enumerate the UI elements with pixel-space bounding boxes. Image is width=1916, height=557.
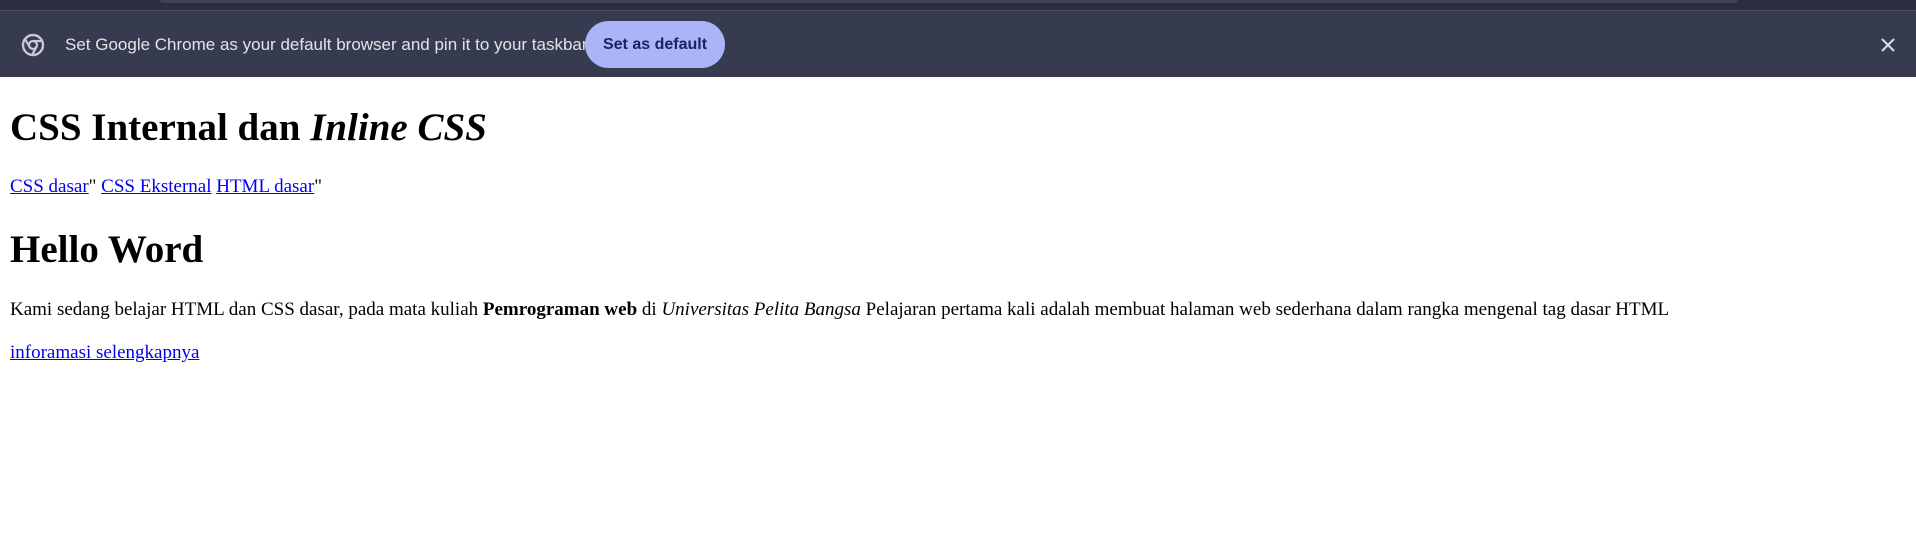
- chrome-icon: [21, 33, 45, 57]
- link-css-eksternal[interactable]: CSS Eksternal: [101, 176, 211, 197]
- intro-paragraph: Kami sedang belajar HTML dan CSS dasar, …: [10, 299, 1669, 321]
- more-info: inforamasi selengkapnya: [10, 342, 199, 364]
- browser-top-strip: [0, 0, 1916, 10]
- paragraph-text: Kami sedang belajar HTML dan CSS dasar, …: [10, 299, 483, 320]
- link-html-dasar[interactable]: HTML dasar: [216, 176, 314, 197]
- paragraph-italic: Universitas Pelita Bangsa: [661, 299, 861, 320]
- section-heading: Hello Word: [10, 228, 204, 271]
- paragraph-text: di: [637, 299, 662, 320]
- close-icon[interactable]: [1876, 33, 1900, 57]
- default-browser-infobar: Set Google Chrome as your default browse…: [0, 10, 1916, 77]
- paragraph-bold: Pemrograman web: [482, 299, 638, 320]
- omnibox-edge: [160, 0, 1738, 3]
- more-info-link[interactable]: inforamasi selengkapnya: [10, 342, 199, 363]
- page-title-italic: Inline CSS: [310, 106, 487, 149]
- infobar-message: Set Google Chrome as your default browse…: [65, 35, 588, 54]
- page-title: CSS Internal dan Inline CSS: [10, 105, 487, 150]
- link-css-dasar[interactable]: CSS dasar: [10, 176, 89, 197]
- page-title-plain: CSS Internal dan: [10, 106, 311, 149]
- nav-links: CSS dasar" CSS Eksternal HTML dasar": [10, 176, 322, 198]
- link-separator: ": [314, 176, 322, 197]
- paragraph-text: Pelajaran pertama kali adalah membuat ha…: [860, 299, 1670, 320]
- link-separator: ": [88, 176, 102, 197]
- set-as-default-button[interactable]: Set as default: [585, 21, 725, 68]
